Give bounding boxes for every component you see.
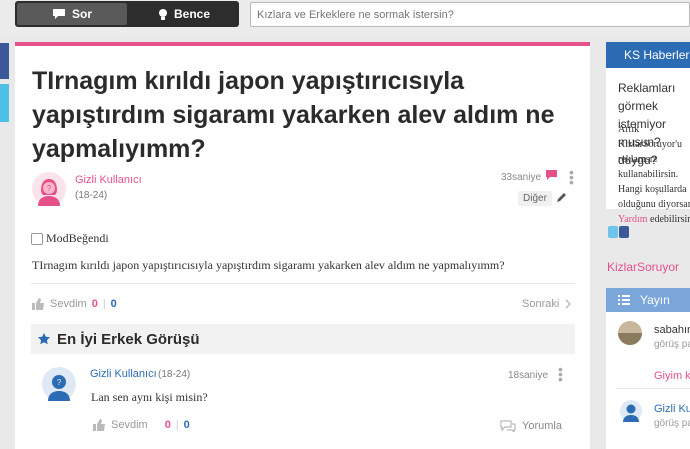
- answer-vote-negative-count: 0: [183, 419, 190, 431]
- news-title: KS Haberleri: [624, 48, 690, 62]
- best-answer-header: En İyi Erkek Görüşü: [31, 324, 575, 354]
- tab-bence[interactable]: Bence: [129, 1, 239, 27]
- answer-time: 18saniye: [508, 370, 549, 381]
- lightbulb-icon: [158, 8, 167, 20]
- social-links: [608, 226, 629, 238]
- news-text-part2: edebilirsin.: [650, 214, 690, 225]
- star-icon: [38, 333, 50, 345]
- thumbs-up-icon[interactable]: [31, 298, 45, 310]
- mod-liked-label: ModBeğendi: [46, 231, 109, 245]
- male-avatar-icon[interactable]: ?: [42, 367, 76, 401]
- news-help-link[interactable]: Yardım: [618, 214, 648, 225]
- question-author-age: (18-24): [75, 190, 108, 201]
- mod-liked-checkbox[interactable]: [31, 232, 43, 245]
- tab-bence-label: Bence: [173, 7, 211, 21]
- vote-negative-count: 0: [110, 298, 117, 310]
- comment-button[interactable]: Yorumla: [500, 420, 562, 432]
- publish-header[interactable]: Yayın: [606, 288, 690, 312]
- user-avatar[interactable]: [618, 321, 642, 345]
- twitter-side-tab[interactable]: [0, 84, 9, 122]
- female-avatar-icon[interactable]: ?: [32, 172, 66, 206]
- mod-liked-row[interactable]: ModBeğendi: [31, 231, 109, 246]
- male-avatar-icon[interactable]: [620, 400, 642, 422]
- answer-vote-label[interactable]: Sevdim: [111, 419, 148, 431]
- mode-toggle: Sor Bence: [15, 1, 239, 27]
- news-panel: KS Haberleri Reklamları görmek istemiyor…: [606, 42, 690, 225]
- publish-title: Yayın: [640, 293, 670, 307]
- news-text-part1: Artık KizlarSoruyor'u reklamsız kullanab…: [618, 124, 690, 210]
- tab-sor[interactable]: Sor: [17, 3, 127, 25]
- svg-text:?: ?: [57, 378, 62, 387]
- comment-icon: [500, 420, 516, 432]
- next-button[interactable]: Sonraki: [522, 298, 572, 310]
- answer-vote-separator: |: [175, 419, 179, 431]
- feed-item-sub: görüş paylaştı: [654, 339, 690, 350]
- best-answer-title: En İyi Erkek Görüşü: [57, 330, 200, 348]
- feed-item-link[interactable]: Giyim ko: [654, 370, 690, 382]
- vote-positive-count: 0: [91, 298, 98, 310]
- more-options-icon[interactable]: • • •: [569, 165, 574, 189]
- vote-label[interactable]: Sevdim: [50, 298, 87, 310]
- feed-item-name[interactable]: sabahın: [654, 324, 690, 336]
- thumbs-up-icon[interactable]: [92, 419, 106, 431]
- feed-item-sub: görüş paylaştı: [654, 418, 690, 429]
- comment-bubble-icon[interactable]: [545, 169, 558, 181]
- question-author[interactable]: Gizli Kullanıcı: [75, 174, 142, 186]
- news-text: Artık KizlarSoruyor'u reklamsız kullanab…: [618, 122, 690, 227]
- news-header[interactable]: KS Haberleri: [606, 42, 690, 68]
- brand-link[interactable]: KizlarSoruyor: [607, 260, 679, 274]
- search-input[interactable]: [250, 2, 690, 27]
- question-card: TIrnagım kırıldı japon yapıştırıcısıyla …: [15, 42, 590, 449]
- next-label: Sonraki: [522, 298, 560, 310]
- answer-more-options-icon[interactable]: • • •: [558, 362, 563, 386]
- svg-text:?: ?: [47, 184, 52, 193]
- divider: [31, 283, 575, 284]
- answer-text: Lan sen aynı kişi misin?: [91, 390, 208, 404]
- tab-sor-label: Sor: [71, 7, 92, 21]
- answer-vote: Sevdim 0 | 0: [92, 419, 190, 431]
- question-body: TIrnagım kırıldı japon yapıştırıcısıyla …: [32, 258, 505, 272]
- divider: [616, 388, 690, 389]
- chat-bubble-icon: [52, 9, 65, 19]
- facebook-side-tab[interactable]: [0, 43, 9, 79]
- chevron-right-icon: [565, 299, 572, 309]
- feed-item-name[interactable]: Gizli Kullanıcı: [654, 403, 690, 415]
- answer-author[interactable]: Gizli Kullanıcı: [90, 368, 157, 380]
- edit-pencil-icon[interactable]: [555, 191, 568, 204]
- question-time: 33saniye: [501, 172, 542, 183]
- question-title: TIrnagım kırıldı japon yapıştırıcısıyla …: [32, 67, 555, 163]
- category-badge[interactable]: Diğer: [518, 191, 552, 206]
- top-bar: Sor Bence: [0, 0, 690, 35]
- comment-label: Yorumla: [522, 420, 562, 432]
- question-vote: Sevdim 0 | 0: [31, 298, 117, 310]
- accent-line: [15, 42, 590, 46]
- vote-separator: |: [102, 298, 106, 310]
- twitter-icon[interactable]: [608, 226, 618, 238]
- answer-author-age: (18-24): [158, 369, 191, 380]
- facebook-icon[interactable]: [619, 226, 629, 238]
- answer-vote-positive-count: 0: [164, 419, 171, 431]
- publish-panel: Yayın sabahın görüş paylaştı Giyim ko Gi…: [606, 288, 690, 449]
- list-icon: [618, 295, 630, 305]
